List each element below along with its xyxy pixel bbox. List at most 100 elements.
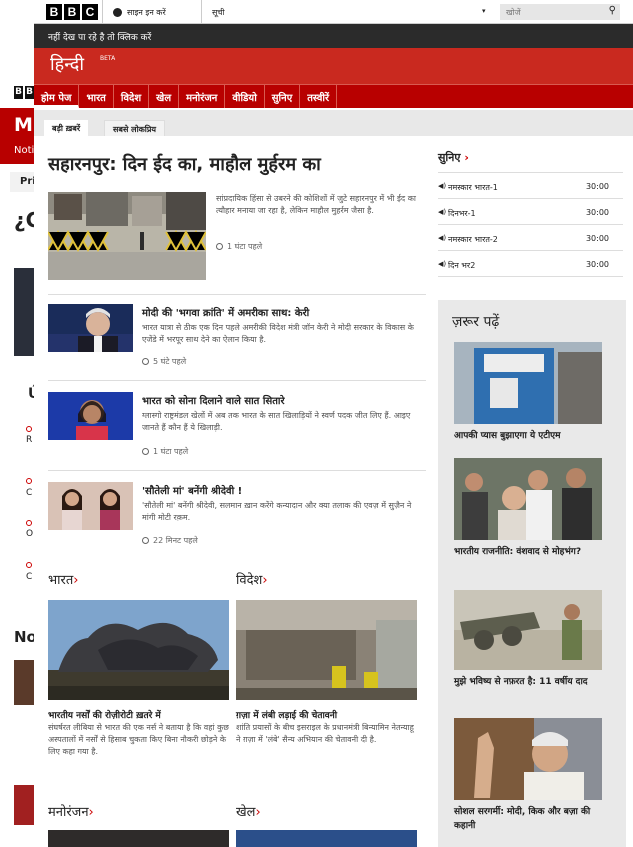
- nav-video[interactable]: वीडियो: [225, 85, 264, 108]
- tab-top-stories[interactable]: बड़ी ख़बरें: [44, 120, 88, 136]
- listen-item[interactable]: ◀)नमस्कार भारत-130:00: [438, 173, 623, 199]
- divider: [48, 294, 426, 295]
- story-image[interactable]: [48, 482, 133, 530]
- listen-heading-text: सुनिए: [438, 151, 460, 164]
- bg-image: [14, 268, 34, 356]
- lead-timestamp: 1 घंटा पहले: [216, 241, 262, 252]
- section-image[interactable]: [236, 600, 417, 700]
- listen-item-duration: 30:00: [586, 208, 609, 217]
- story-summary: भारत यात्रा से ठीक एक दिन पहले अमरीकी वि…: [142, 322, 427, 346]
- story-headline[interactable]: मोदी की 'भगवा क्रांति' में अमरीका साथ: क…: [142, 305, 427, 319]
- clock-icon: [142, 448, 149, 455]
- beta-badge: BETA: [100, 55, 115, 62]
- divider: [48, 380, 426, 381]
- speaker-icon: ◀): [438, 234, 446, 242]
- nav-home[interactable]: होम पेज: [34, 85, 79, 108]
- must-read-image[interactable]: [454, 718, 602, 800]
- listen-item[interactable]: ◀)नमस्कार भारत-2 30:00: [438, 225, 623, 251]
- bg-logo-letter: B: [25, 86, 34, 99]
- section-story-summary: संघर्षरत लीबिया से भारत की एक नर्स ने बत…: [48, 722, 229, 758]
- notice-bar[interactable]: नहीं देख पा रहे है तो क्लिक करें: [34, 24, 633, 48]
- must-read-title[interactable]: सोशल सरगर्मी: मोदी, किक और बज़ा की कहानी: [454, 805, 604, 833]
- speaker-icon: ◀): [438, 208, 446, 216]
- time-text: 1 घंटा पहले: [227, 242, 262, 251]
- story-summary: ग्लास्गो राष्ट्रमंडल खेलों में अब तक भार…: [142, 410, 427, 434]
- tab-most-popular[interactable]: सबसे लोकप्रिय: [104, 120, 165, 136]
- lead-headline[interactable]: सहारनपुर: दिन ईद का, माहौल मुर्हरम का: [48, 152, 428, 176]
- listen-item-name: नमस्कार भारत-1: [448, 182, 498, 193]
- story-timestamp: 1 घंटा पहले: [142, 446, 188, 457]
- time-text: 5 घंटे पहले: [153, 357, 186, 366]
- nav-entertainment[interactable]: मनोरंजन: [179, 85, 225, 108]
- must-read-image[interactable]: [454, 342, 602, 424]
- section-story-headline[interactable]: भारतीय नर्सों की रोज़ीरोटी ख़तरे में: [48, 708, 229, 721]
- list-label: सूची: [212, 7, 225, 18]
- story-summary: 'सौतेली मां' बनेंगी श्रीदेवी, सलमान ख़ान…: [142, 500, 427, 524]
- lead-image[interactable]: [48, 192, 206, 280]
- must-read-heading: ज़रूर पढ़ें: [452, 312, 499, 331]
- section-heading-world[interactable]: विदेश›: [236, 570, 268, 588]
- section-story-headline[interactable]: ग़ज़ा में लंबी लड़ाई की चेतावनी: [236, 708, 417, 721]
- nav-world[interactable]: विदेश: [114, 85, 149, 108]
- time-text: 22 मिनट पहले: [153, 536, 198, 545]
- section-heading-sport[interactable]: खेल›: [236, 802, 261, 820]
- clock-icon: [142, 537, 149, 544]
- must-read-title[interactable]: मुझे भविष्य से नफ़रत है: 11 वर्षीय दाद: [454, 675, 604, 689]
- must-read-title[interactable]: भारतीय राजनीति: वंशवाद से मोहभंग?: [454, 545, 604, 559]
- must-read-title[interactable]: आपकी प्यास बुझाएगा ये एटीएम: [454, 429, 604, 443]
- caret-down-icon[interactable]: ▾: [482, 7, 486, 15]
- nav-pictures[interactable]: तस्वीरें: [300, 85, 337, 108]
- bg-bullet-icon: [26, 426, 32, 432]
- nav-india[interactable]: भारत: [79, 85, 113, 108]
- site-title[interactable]: हिन्दी: [50, 52, 84, 76]
- speaker-icon: ◀): [438, 182, 446, 190]
- bbc-logo[interactable]: B B C: [46, 4, 98, 20]
- section-image[interactable]: [236, 830, 417, 847]
- bg-masthead: MU Notic: [0, 108, 34, 164]
- logo-letter: C: [82, 4, 98, 20]
- chevron-right-icon: ›: [262, 573, 267, 588]
- main-nav: होम पेज भारत विदेश खेल मनोरंजन वीडियो सु…: [34, 84, 633, 108]
- section-heading-text: विदेश: [236, 573, 262, 588]
- nav-sport[interactable]: खेल: [149, 85, 179, 108]
- section-heading-text: मनोरंजन: [48, 805, 89, 820]
- story-headline[interactable]: भारत को सोना दिलाने वाले सात सितारे: [142, 393, 427, 407]
- story-headline[interactable]: 'सौतेली मां' बनेंगी श्रीदेवी !: [142, 483, 427, 497]
- top-bar: B B C साइन इन करें सूची ▾ खोजें ⚲: [34, 0, 633, 24]
- section-image[interactable]: [48, 600, 229, 700]
- clock-icon: [142, 358, 149, 365]
- search-input[interactable]: खोजें: [506, 8, 521, 17]
- must-read-image[interactable]: [454, 458, 602, 540]
- nav-listen[interactable]: सुनिए: [265, 85, 300, 108]
- masthead: हिन्दी BETA: [34, 48, 633, 84]
- signin-button[interactable]: साइन इन करें: [102, 0, 202, 24]
- listen-item[interactable]: ◀)दिन भर230:00: [438, 251, 623, 277]
- logo-letter: B: [64, 4, 80, 20]
- listen-heading[interactable]: सुनिए ›: [438, 150, 469, 165]
- clock-icon: [216, 243, 223, 250]
- section-story-summary: शांति प्रयासों के बीच इसराइल के प्रधानमं…: [236, 722, 417, 746]
- bg-card: C: [26, 572, 32, 582]
- listen-item[interactable]: ◀)दिनभर-130:00: [438, 199, 623, 225]
- must-read-image[interactable]: [454, 590, 602, 670]
- search-icon[interactable]: ⚲: [609, 5, 616, 16]
- lead-summary: सांप्रदायिक हिंसा से उबरने की कोशिशों मे…: [216, 193, 416, 217]
- bg-bbc-logo: B B: [14, 86, 34, 99]
- story-image[interactable]: [48, 392, 133, 440]
- bg-tab: Pri: [10, 172, 34, 192]
- speaker-icon: ◀): [438, 260, 446, 268]
- signin-label: साइन इन करें: [127, 7, 166, 18]
- chevron-right-icon: ›: [460, 151, 468, 164]
- listen-item-name: नमस्कार भारत-2: [448, 234, 498, 245]
- bg-bullet-icon: [26, 478, 32, 484]
- section-heading-entertainment[interactable]: मनोरंजन›: [48, 802, 94, 820]
- section-heading-india[interactable]: भारत›: [48, 570, 78, 588]
- listen-item-duration: 30:00: [586, 234, 609, 243]
- story-image[interactable]: [48, 304, 133, 352]
- list-menu[interactable]: सूची: [212, 0, 225, 24]
- section-image[interactable]: [48, 830, 229, 847]
- search-box[interactable]: खोजें ⚲: [500, 4, 620, 20]
- bg-image: [14, 660, 34, 705]
- story-timestamp: 22 मिनट पहले: [142, 535, 198, 546]
- bg-card: C: [26, 488, 32, 498]
